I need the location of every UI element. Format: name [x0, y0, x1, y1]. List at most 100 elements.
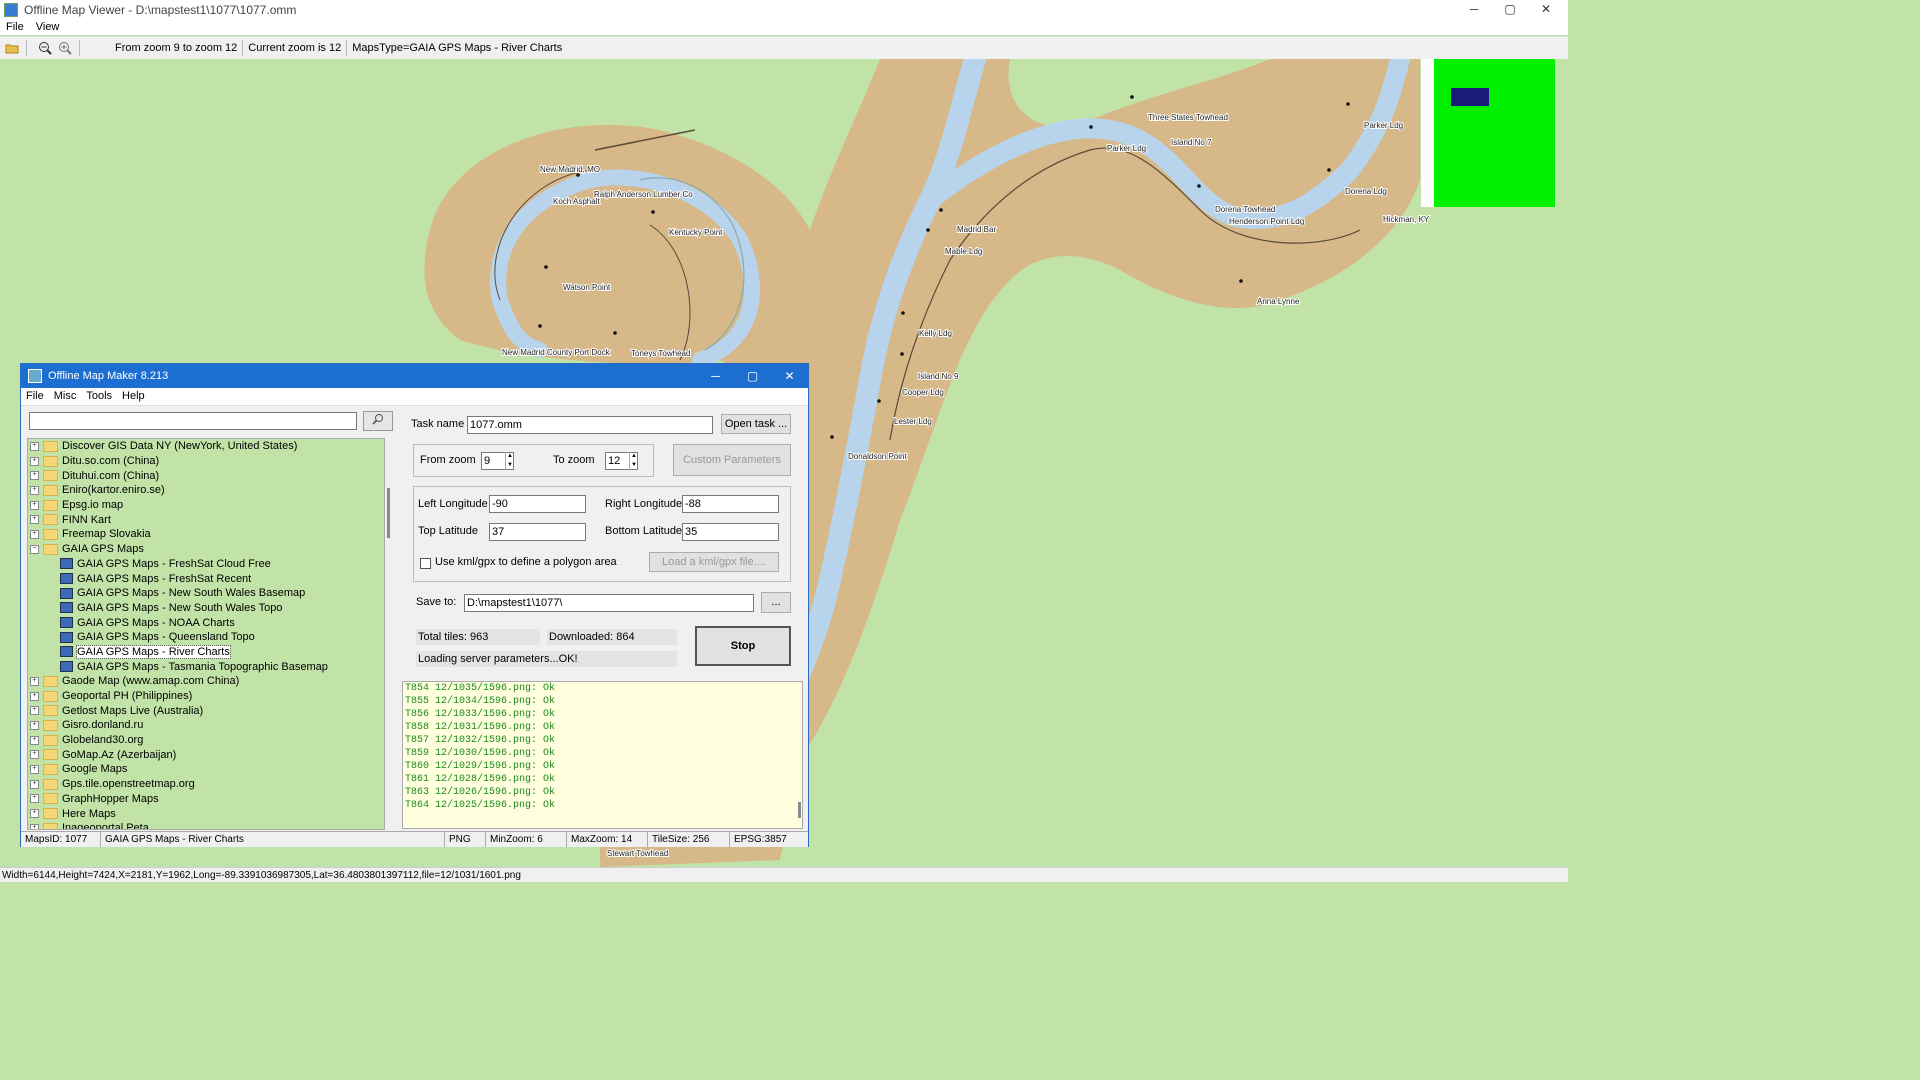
- map-label[interactable]: Parker Ldg: [1363, 120, 1404, 131]
- expand-icon[interactable]: +: [30, 529, 39, 539]
- expand-icon[interactable]: +: [30, 500, 39, 510]
- expand-icon[interactable]: +: [30, 750, 39, 760]
- search-input[interactable]: [29, 412, 357, 430]
- top-latitude-input[interactable]: 37: [489, 523, 586, 541]
- map-label[interactable]: Toneys Towhead: [630, 348, 691, 359]
- tree-folder-item[interactable]: + Ditu.so.com (China): [28, 454, 384, 469]
- tree-leaf-item[interactable]: GAIA GPS Maps - FreshSat Cloud Free: [28, 557, 384, 572]
- tree-folder-item[interactable]: + FINN Kart: [28, 512, 384, 527]
- zoom-out-icon[interactable]: [37, 40, 53, 56]
- map-label[interactable]: New Madrid County Port Dock: [501, 347, 612, 358]
- expand-icon[interactable]: +: [30, 823, 39, 829]
- tree-folder-item[interactable]: − GAIA GPS Maps: [28, 542, 384, 557]
- restore-button[interactable]: ▢: [1492, 0, 1528, 18]
- map-label[interactable]: Cooper Ldg: [901, 387, 945, 398]
- task-name-input[interactable]: 1077.omm: [467, 416, 713, 434]
- overview-viewport[interactable]: [1451, 88, 1489, 106]
- custom-parameters-button[interactable]: Custom Parameters: [673, 444, 791, 476]
- map-label[interactable]: Island No 9: [917, 371, 960, 382]
- tree-scrollbar-thumb[interactable]: [387, 488, 390, 538]
- map-label[interactable]: Dorena Towhead: [1214, 204, 1276, 215]
- expand-icon[interactable]: +: [30, 809, 39, 819]
- tree-folder-item[interactable]: + GoMap.Az (Azerbaijan): [28, 747, 384, 762]
- bottom-latitude-input[interactable]: 35: [682, 523, 779, 541]
- map-label[interactable]: Ralph Anderson Lumber Co: [593, 189, 694, 200]
- tree-folder-item[interactable]: + GraphHopper Maps: [28, 792, 384, 807]
- stop-button[interactable]: Stop: [695, 626, 791, 666]
- tree-leaf-item[interactable]: GAIA GPS Maps - New South Wales Basemap: [28, 586, 384, 601]
- map-source-tree[interactable]: + Discover GIS Data NY (NewYork, United S…: [27, 438, 385, 830]
- load-kml-button[interactable]: Load a kml/gpx file....: [649, 552, 779, 572]
- tree-scrollbar[interactable]: [385, 438, 393, 830]
- menu-view[interactable]: View: [30, 19, 66, 35]
- map-label[interactable]: Stewart Towhead: [606, 848, 669, 859]
- tree-leaf-item[interactable]: GAIA GPS Maps - New South Wales Topo: [28, 601, 384, 616]
- folder-open-icon[interactable]: [4, 40, 20, 56]
- tree-folder-item[interactable]: + Dituhui.com (China): [28, 468, 384, 483]
- tree-leaf-item[interactable]: GAIA GPS Maps - River Charts: [28, 644, 384, 660]
- dialog-menu-tools[interactable]: Tools: [81, 388, 117, 405]
- expand-icon[interactable]: +: [30, 779, 39, 789]
- dialog-minimize-button[interactable]: ─: [697, 364, 734, 388]
- dialog-menu-file[interactable]: File: [21, 388, 49, 405]
- map-label[interactable]: Hickman, KY: [1382, 214, 1431, 225]
- collapse-icon[interactable]: −: [30, 544, 39, 554]
- map-label[interactable]: Kentucky Point: [668, 227, 724, 238]
- tree-folder-item[interactable]: + Gps.tile.openstreetmap.org: [28, 777, 384, 792]
- tree-leaf-item[interactable]: GAIA GPS Maps - Tasmania Topographic Bas…: [28, 659, 384, 674]
- map-label[interactable]: New Madrid, MO: [539, 164, 601, 175]
- map-label[interactable]: Donaldson Point: [847, 451, 908, 462]
- from-zoom-spinner[interactable]: ▲ ▼: [505, 452, 514, 470]
- expand-icon[interactable]: +: [30, 735, 39, 745]
- tree-leaf-item[interactable]: GAIA GPS Maps - FreshSat Recent: [28, 571, 384, 586]
- tree-folder-item[interactable]: + Eniro(kartor.eniro.se): [28, 483, 384, 498]
- save-to-input[interactable]: D:\mapstest1\1077\: [464, 594, 754, 612]
- zoom-in-icon[interactable]: [57, 40, 73, 56]
- expand-icon[interactable]: +: [30, 485, 39, 495]
- expand-icon[interactable]: +: [30, 691, 39, 701]
- left-longitude-input[interactable]: -90: [489, 495, 586, 513]
- tree-folder-item[interactable]: + Here Maps: [28, 806, 384, 821]
- tree-folder-item[interactable]: + Gisro.donland.ru: [28, 718, 384, 733]
- map-label[interactable]: Island No 7: [1170, 137, 1213, 148]
- overview-box[interactable]: [1434, 59, 1555, 207]
- expand-icon[interactable]: +: [30, 794, 39, 804]
- expand-icon[interactable]: +: [30, 471, 39, 481]
- log-scrollbar-thumb[interactable]: [798, 802, 801, 818]
- tree-folder-item[interactable]: + Epsg.io map: [28, 498, 384, 513]
- search-button[interactable]: [363, 411, 393, 431]
- log-scrollbar[interactable]: [797, 682, 802, 828]
- map-label[interactable]: Dorena Ldg: [1344, 186, 1388, 197]
- tree-folder-item[interactable]: + Google Maps: [28, 762, 384, 777]
- expand-icon[interactable]: +: [30, 676, 39, 686]
- tree-folder-item[interactable]: + Globeland30.org: [28, 733, 384, 748]
- dialog-menu-help[interactable]: Help: [117, 388, 150, 405]
- close-button[interactable]: ✕: [1528, 0, 1564, 18]
- dialog-menu-misc[interactable]: Misc: [49, 388, 82, 405]
- map-label[interactable]: Koch Asphalt: [552, 196, 601, 207]
- dialog-close-button[interactable]: ✕: [771, 364, 808, 388]
- tree-leaf-item[interactable]: GAIA GPS Maps - Queensland Topo: [28, 630, 384, 645]
- map-label[interactable]: Anna Lynne: [1256, 296, 1301, 307]
- map-label[interactable]: Mable Ldg: [944, 246, 983, 257]
- map-label[interactable]: Kelly Ldg: [918, 328, 953, 339]
- tree-folder-item[interactable]: + Freemap Slovakia: [28, 527, 384, 542]
- tree-folder-item[interactable]: + Geoportal PH (Philippines): [28, 689, 384, 704]
- map-label[interactable]: Madrid Bar: [956, 224, 997, 235]
- expand-icon[interactable]: +: [30, 456, 39, 466]
- open-task-button[interactable]: Open task ...: [721, 414, 791, 434]
- expand-icon[interactable]: +: [30, 720, 39, 730]
- expand-icon[interactable]: +: [30, 764, 39, 774]
- minimize-button[interactable]: ─: [1456, 0, 1492, 18]
- map-label[interactable]: Parker Ldg: [1106, 143, 1147, 154]
- right-longitude-input[interactable]: -88: [682, 495, 779, 513]
- tree-folder-item[interactable]: + Discover GIS Data NY (NewYork, United S…: [28, 439, 384, 454]
- map-label[interactable]: Lester Ldg: [893, 416, 933, 427]
- menu-file[interactable]: File: [0, 19, 30, 35]
- tree-folder-item[interactable]: + Getlost Maps Live (Australia): [28, 703, 384, 718]
- map-label[interactable]: Watson Point: [562, 282, 612, 293]
- kml-checkbox[interactable]: [420, 558, 431, 569]
- expand-icon[interactable]: +: [30, 515, 39, 525]
- map-label[interactable]: Three States Towhead: [1147, 112, 1229, 123]
- tree-folder-item[interactable]: + Inageoportal Peta: [28, 821, 384, 829]
